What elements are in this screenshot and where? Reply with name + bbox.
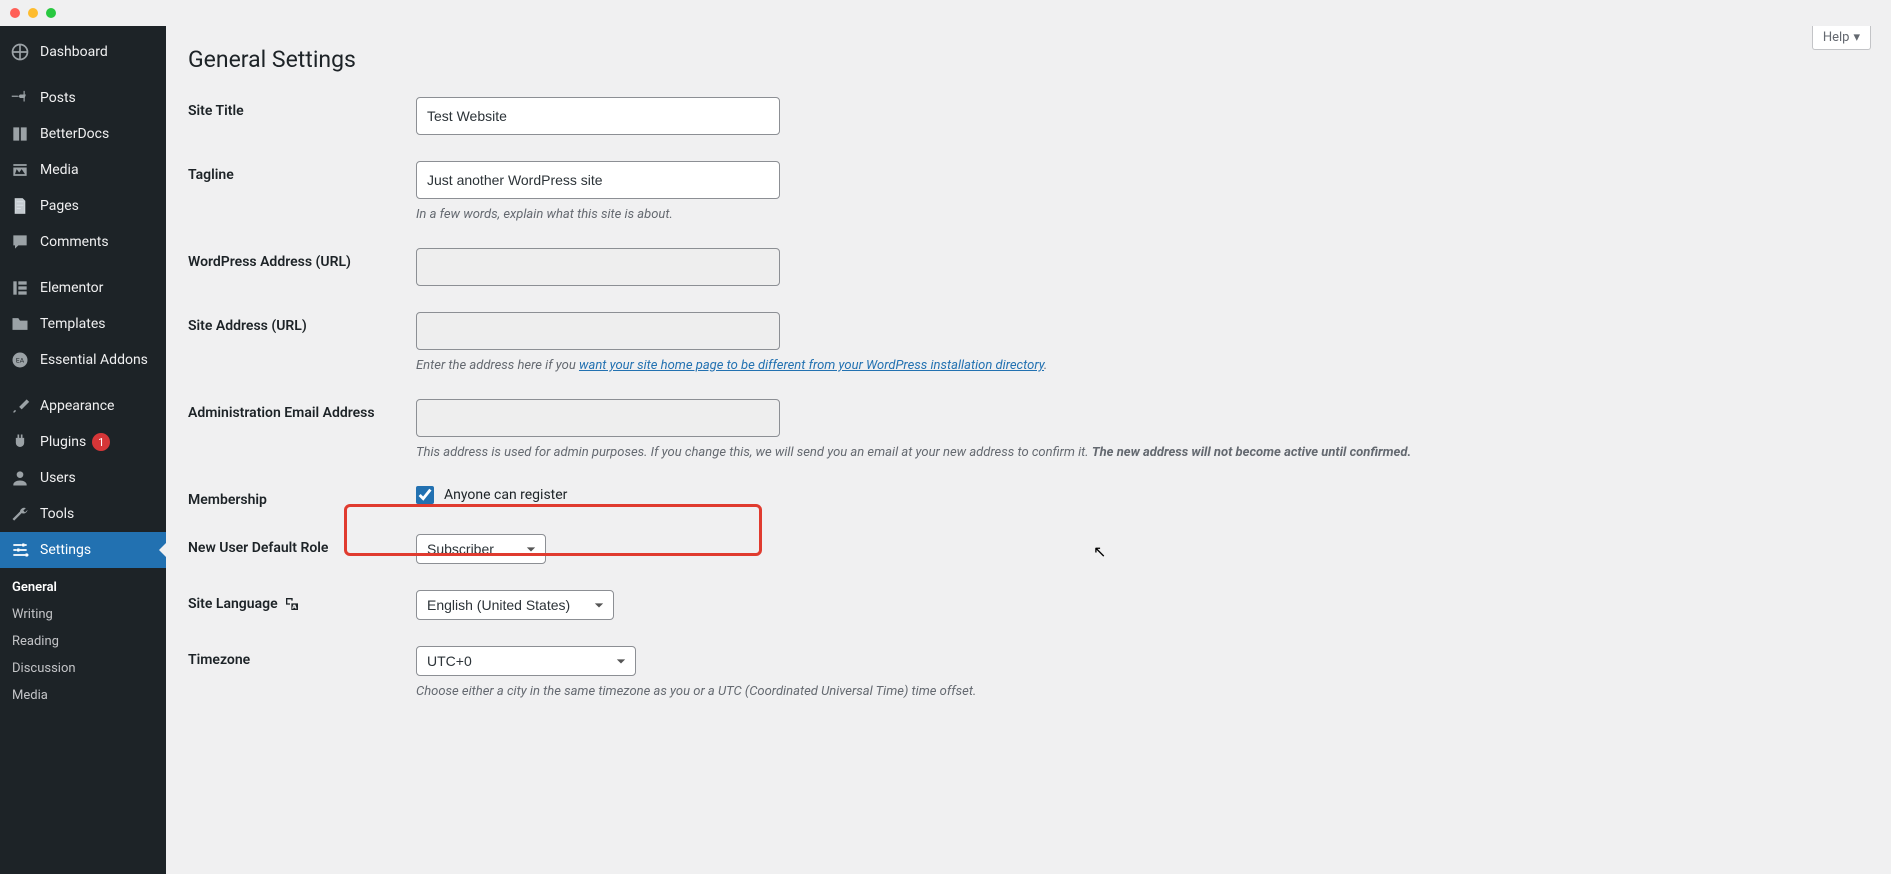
- sidebar-label: BetterDocs: [40, 126, 109, 142]
- update-badge: 1: [92, 433, 110, 451]
- sidebar-label: Settings: [40, 542, 91, 558]
- row-admin-email: Administration Email Address This addres…: [188, 399, 1871, 460]
- timezone-select[interactable]: UTC+0: [416, 646, 636, 676]
- sidebar-item-posts[interactable]: Posts: [0, 80, 166, 116]
- sliders-icon: [10, 540, 30, 560]
- maximize-window-icon[interactable]: [46, 8, 56, 18]
- admin-email-input[interactable]: [416, 399, 780, 437]
- sidebar-item-media[interactable]: Media: [0, 152, 166, 188]
- site-title-input[interactable]: [416, 97, 780, 135]
- label-site-url: Site Address (URL): [188, 312, 416, 334]
- submenu-item-general[interactable]: General: [0, 574, 166, 601]
- sidebar-label: Elementor: [40, 280, 103, 296]
- sidebar-label: Media: [40, 162, 79, 178]
- sidebar-label: Plugins: [40, 434, 86, 450]
- row-membership: Membership Anyone can register: [188, 486, 1871, 508]
- plug-icon: [10, 432, 30, 452]
- sidebar-label: Templates: [40, 316, 106, 332]
- elementor-icon: [10, 278, 30, 298]
- sidebar-item-essential-addons[interactable]: EA Essential Addons: [0, 342, 166, 378]
- docs-icon: [10, 124, 30, 144]
- row-site-url: Site Address (URL) Enter the address her…: [188, 312, 1871, 373]
- chevron-down-icon: ▾: [1853, 30, 1860, 45]
- wp-url-input[interactable]: [416, 248, 780, 286]
- label-timezone: Timezone: [188, 646, 416, 668]
- tagline-input[interactable]: [416, 161, 780, 199]
- membership-checkbox-wrap[interactable]: Anyone can register: [416, 486, 1871, 504]
- admin-email-description: This address is used for admin purposes.…: [416, 445, 1871, 460]
- page-title: General Settings: [188, 46, 1871, 73]
- site-url-description: Enter the address here if you want your …: [416, 358, 1871, 373]
- dashboard-icon: [10, 42, 30, 62]
- sidebar-item-appearance[interactable]: Appearance: [0, 388, 166, 424]
- sidebar-item-comments[interactable]: Comments: [0, 224, 166, 260]
- site-url-link[interactable]: want your site home page to be different…: [579, 358, 1044, 373]
- timezone-description: Choose either a city in the same timezon…: [416, 684, 1871, 699]
- membership-checkbox-label: Anyone can register: [444, 487, 567, 503]
- label-membership: Membership: [188, 486, 416, 508]
- submenu-item-discussion[interactable]: Discussion: [0, 655, 166, 682]
- sidebar-item-betterdocs[interactable]: BetterDocs: [0, 116, 166, 152]
- help-label: Help: [1823, 30, 1850, 45]
- sidebar-item-elementor[interactable]: Elementor: [0, 270, 166, 306]
- tagline-description: In a few words, explain what this site i…: [416, 207, 1871, 222]
- settings-submenu: General Writing Reading Discussion Media: [0, 568, 166, 715]
- default-role-select[interactable]: Subscriber: [416, 534, 546, 564]
- sidebar-label: Pages: [40, 198, 79, 214]
- row-site-language: Site Language English (United States): [188, 590, 1871, 620]
- comment-icon: [10, 232, 30, 252]
- sidebar-label: Users: [40, 470, 76, 486]
- submenu-item-writing[interactable]: Writing: [0, 601, 166, 628]
- membership-checkbox[interactable]: [416, 486, 434, 504]
- close-window-icon[interactable]: [10, 8, 20, 18]
- site-url-input[interactable]: [416, 312, 780, 350]
- settings-content: Help ▾ General Settings Site Title Tagli…: [166, 26, 1891, 874]
- row-timezone: Timezone UTC+0 Choose either a city in t…: [188, 646, 1871, 699]
- sidebar-label: Posts: [40, 90, 76, 106]
- window-title-bar: [0, 0, 1891, 26]
- folder-icon: [10, 314, 30, 334]
- pin-icon: [10, 88, 30, 108]
- sidebar-label: Dashboard: [40, 44, 108, 60]
- page-icon: [10, 196, 30, 216]
- label-site-title: Site Title: [188, 97, 416, 119]
- sidebar-item-pages[interactable]: Pages: [0, 188, 166, 224]
- admin-sidebar: Dashboard Posts BetterDocs Media Pages C…: [0, 26, 166, 874]
- row-tagline: Tagline In a few words, explain what thi…: [188, 161, 1871, 222]
- sidebar-label: Essential Addons: [40, 352, 148, 368]
- submenu-item-reading[interactable]: Reading: [0, 628, 166, 655]
- site-language-select[interactable]: English (United States): [416, 590, 614, 620]
- label-tagline: Tagline: [188, 161, 416, 183]
- sidebar-label: Tools: [40, 506, 74, 522]
- help-tab[interactable]: Help ▾: [1812, 26, 1871, 50]
- user-icon: [10, 468, 30, 488]
- row-wp-url: WordPress Address (URL): [188, 248, 1871, 286]
- label-default-role: New User Default Role: [188, 534, 416, 556]
- brush-icon: [10, 396, 30, 416]
- ea-badge-icon: EA: [10, 350, 30, 370]
- label-admin-email: Administration Email Address: [188, 399, 416, 421]
- label-wp-url: WordPress Address (URL): [188, 248, 416, 270]
- sidebar-item-users[interactable]: Users: [0, 460, 166, 496]
- sidebar-label: Comments: [40, 234, 109, 250]
- sidebar-item-settings[interactable]: Settings: [0, 532, 166, 568]
- svg-text:EA: EA: [16, 357, 25, 365]
- translate-icon: [284, 596, 300, 612]
- sidebar-item-plugins[interactable]: Plugins 1: [0, 424, 166, 460]
- sidebar-label: Appearance: [40, 398, 114, 414]
- row-default-role: New User Default Role Subscriber: [188, 534, 1871, 564]
- wrench-icon: [10, 504, 30, 524]
- minimize-window-icon[interactable]: [28, 8, 38, 18]
- sidebar-item-templates[interactable]: Templates: [0, 306, 166, 342]
- sidebar-item-tools[interactable]: Tools: [0, 496, 166, 532]
- sidebar-item-dashboard[interactable]: Dashboard: [0, 34, 166, 70]
- media-icon: [10, 160, 30, 180]
- submenu-item-media[interactable]: Media: [0, 682, 166, 709]
- row-site-title: Site Title: [188, 97, 1871, 135]
- label-site-language: Site Language: [188, 590, 416, 612]
